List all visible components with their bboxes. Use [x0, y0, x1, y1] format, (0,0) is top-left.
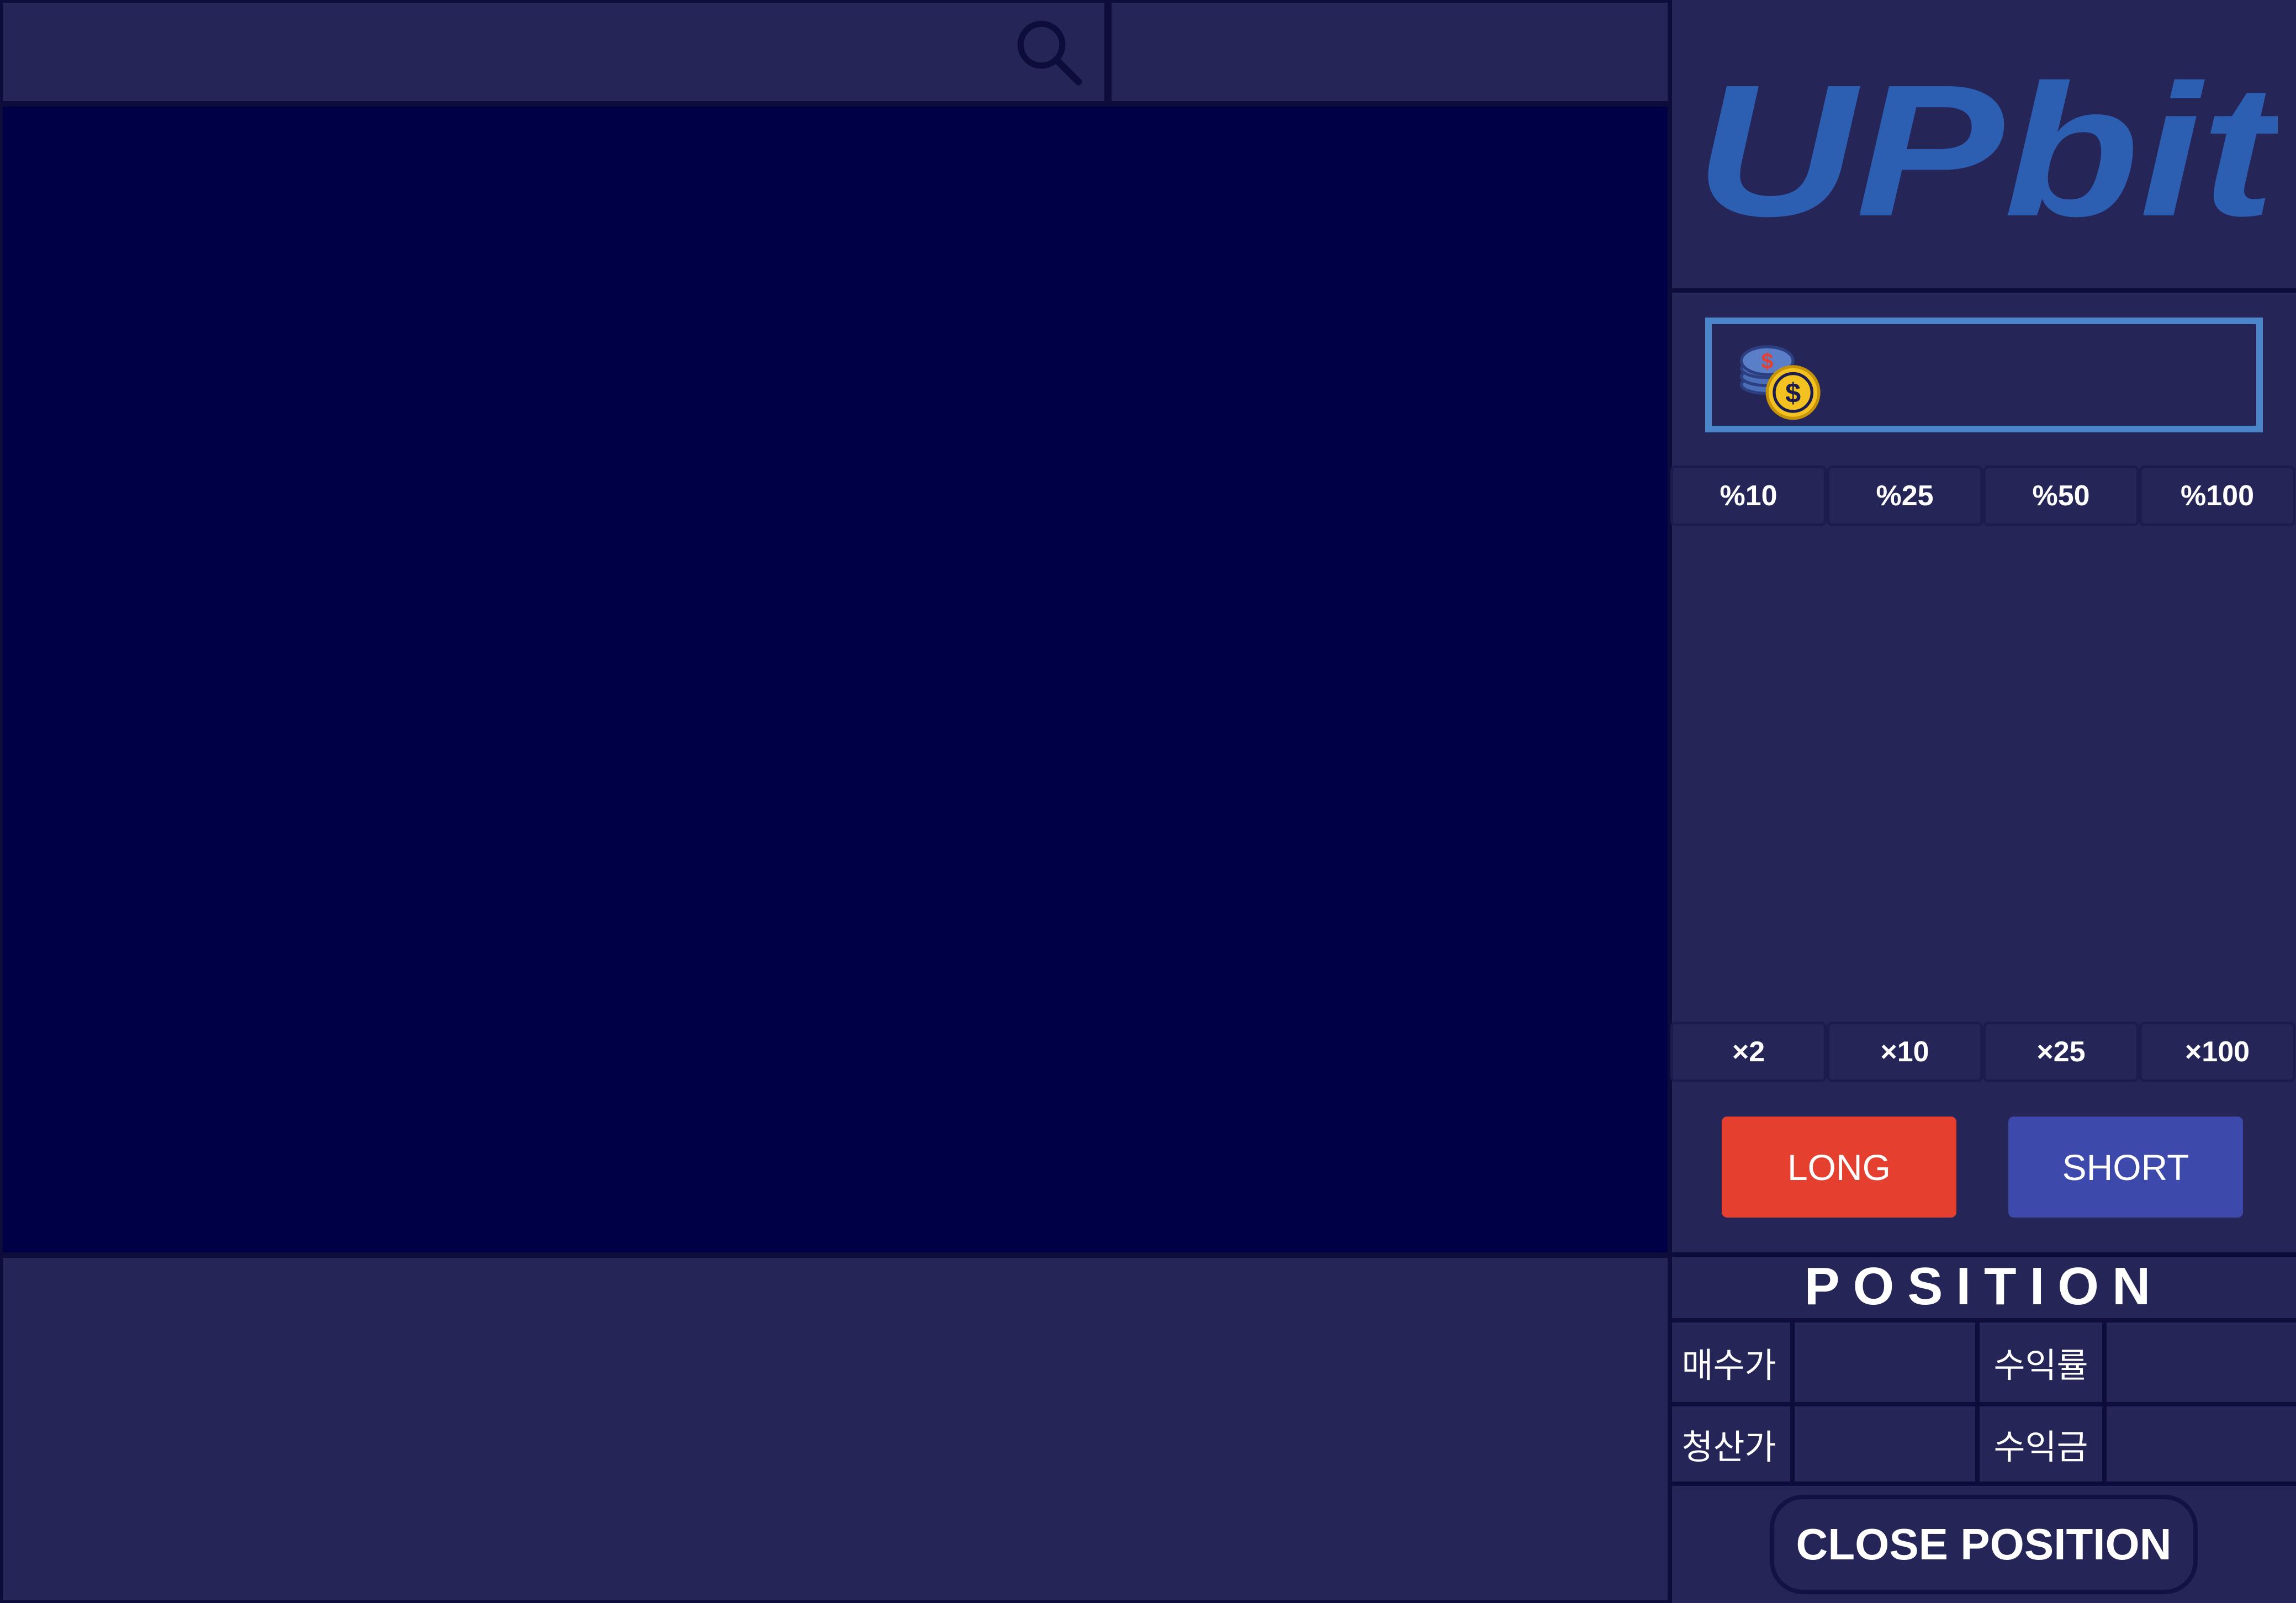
return-rate-value [2107, 1322, 2296, 1402]
entry-price-label: 매수가 [1668, 1322, 1795, 1402]
entry-price-value [1795, 1322, 1980, 1402]
percent-button-group: %10 %25 %50 %100 [1670, 465, 2296, 526]
profit-amount-label: 수익금 [1980, 1406, 2107, 1482]
percent-50-button[interactable]: %50 [1983, 465, 2139, 526]
leverage-10x-button[interactable]: ×10 [1827, 1022, 1983, 1082]
leverage-button-group: ×2 ×10 ×25 ×100 [1670, 1022, 2296, 1082]
search-icon[interactable] [1011, 14, 1088, 91]
leverage-100x-button[interactable]: ×100 [2139, 1022, 2295, 1082]
amount-input[interactable] [1839, 331, 2247, 420]
position-row: 매수가 수익률 [1668, 1318, 2296, 1402]
return-rate-label: 수익률 [1980, 1322, 2107, 1402]
leverage-25x-button[interactable]: ×25 [1983, 1022, 2139, 1082]
upbit-logo: UPbit [1695, 58, 2278, 235]
percent-25-button[interactable]: %25 [1827, 465, 1983, 526]
close-position-button[interactable]: CLOSE POSITION [1770, 1495, 2198, 1594]
bottom-panel [0, 1255, 1670, 1603]
percent-100-button[interactable]: %100 [2139, 465, 2295, 526]
top-panel [1107, 0, 1670, 104]
profit-amount-value [2107, 1406, 2296, 1482]
short-button[interactable]: SHORT [2008, 1117, 2243, 1218]
position-row: 청산가 수익금 [1668, 1402, 2296, 1486]
svg-text:$: $ [1785, 377, 1801, 409]
liquidation-price-label: 청산가 [1668, 1406, 1795, 1482]
percent-10-button[interactable]: %10 [1670, 465, 1827, 526]
chart-area[interactable] [0, 104, 1670, 1255]
liquidation-price-value [1795, 1406, 1980, 1482]
svg-text:$: $ [1761, 350, 1773, 374]
long-button[interactable]: LONG [1722, 1117, 1956, 1218]
svg-text:UPbit: UPbit [1695, 58, 2278, 235]
search-bar[interactable] [0, 0, 1107, 104]
position-title: POSITION [1804, 1257, 2164, 1316]
leverage-2x-button[interactable]: ×2 [1670, 1022, 1827, 1082]
coins-icon: $ $ [1739, 345, 1821, 420]
